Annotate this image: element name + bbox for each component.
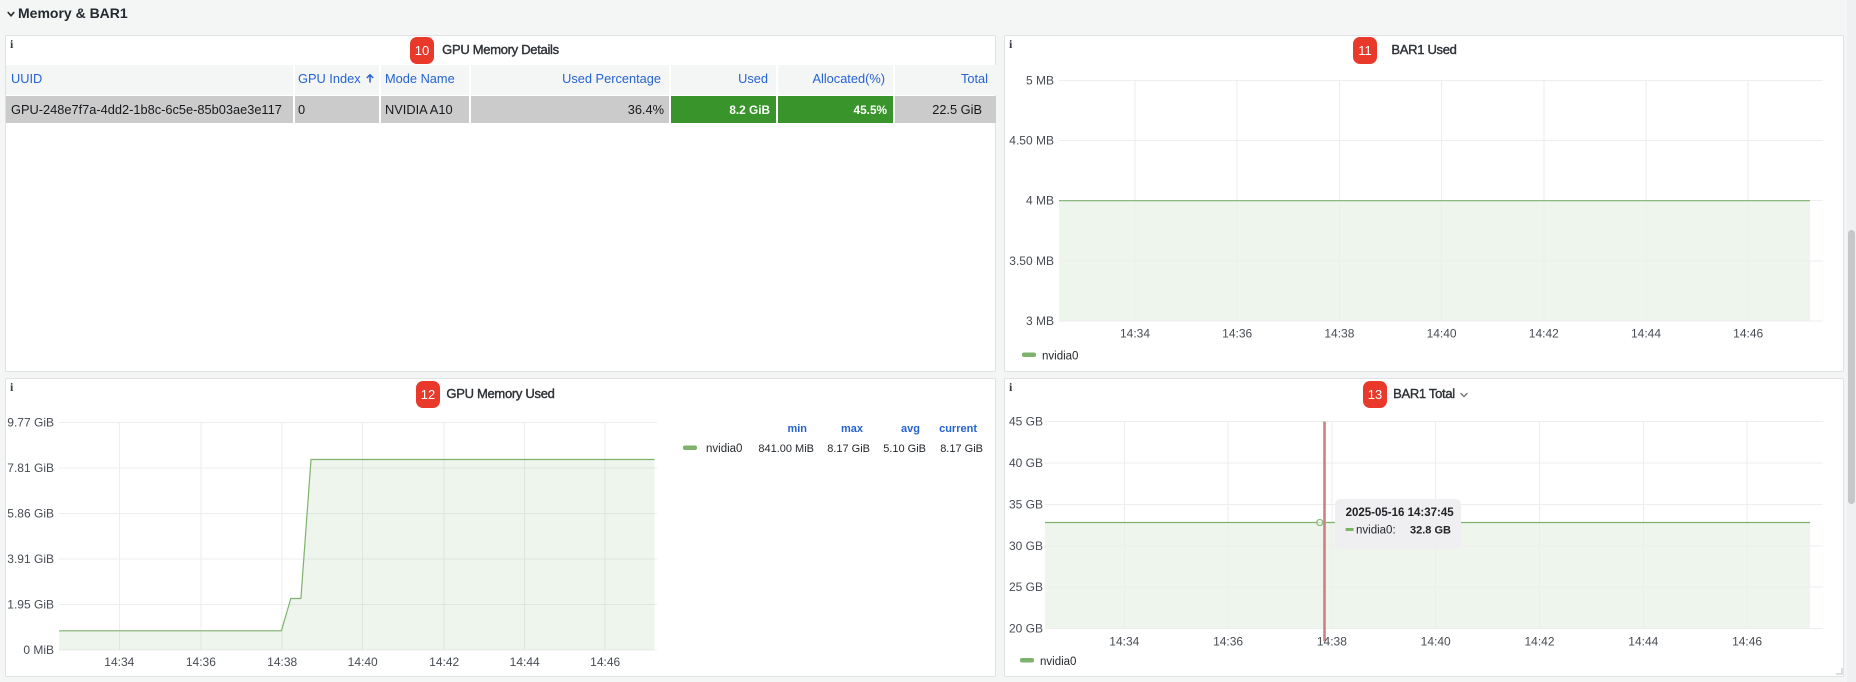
svg-text:14:34: 14:34 bbox=[104, 655, 134, 669]
svg-text:14:44: 14:44 bbox=[510, 655, 540, 669]
svg-text:max: max bbox=[841, 423, 864, 435]
svg-text:841.00 MiB: 841.00 MiB bbox=[758, 443, 814, 455]
svg-text:8.17 GiB: 8.17 GiB bbox=[940, 443, 983, 455]
svg-text:current: current bbox=[939, 423, 977, 435]
svg-text:14:38: 14:38 bbox=[1324, 327, 1354, 341]
svg-text:nvidia0: nvidia0 bbox=[1040, 656, 1076, 668]
svg-text:14:42: 14:42 bbox=[1524, 635, 1554, 649]
svg-text:avg: avg bbox=[901, 423, 920, 435]
svg-text:14:46: 14:46 bbox=[590, 655, 620, 669]
svg-text:20 GB: 20 GB bbox=[1009, 622, 1043, 636]
svg-text:14:40: 14:40 bbox=[1421, 635, 1451, 649]
svg-text:1.95 GiB: 1.95 GiB bbox=[7, 597, 54, 611]
svg-text:5.10 GiB: 5.10 GiB bbox=[883, 443, 926, 455]
svg-text:14:44: 14:44 bbox=[1631, 327, 1661, 341]
svg-text:min: min bbox=[787, 423, 807, 435]
svg-text:14:42: 14:42 bbox=[429, 655, 459, 669]
svg-text:7.81 GiB: 7.81 GiB bbox=[7, 461, 54, 475]
svg-text:30 GB: 30 GB bbox=[1009, 539, 1043, 553]
svg-text:14:46: 14:46 bbox=[1732, 635, 1762, 649]
svg-text:32.8 GB: 32.8 GB bbox=[1410, 525, 1451, 537]
svg-text:14:38: 14:38 bbox=[267, 655, 297, 669]
svg-text:4 MB: 4 MB bbox=[1026, 194, 1054, 208]
svg-text:14:36: 14:36 bbox=[186, 655, 216, 669]
svg-text:14:42: 14:42 bbox=[1529, 327, 1559, 341]
svg-text:25 GB: 25 GB bbox=[1009, 580, 1043, 594]
svg-text:14:34: 14:34 bbox=[1120, 327, 1150, 341]
svg-text:14:40: 14:40 bbox=[348, 655, 378, 669]
svg-text:5 MB: 5 MB bbox=[1026, 74, 1054, 88]
svg-text:14:46: 14:46 bbox=[1733, 327, 1763, 341]
svg-text:nvidia0:: nvidia0: bbox=[1356, 525, 1396, 537]
svg-text:40 GB: 40 GB bbox=[1009, 456, 1043, 470]
svg-text:14:34: 14:34 bbox=[1109, 635, 1139, 649]
svg-text:4.50 MB: 4.50 MB bbox=[1009, 134, 1054, 148]
svg-text:2025-05-16 14:37:45: 2025-05-16 14:37:45 bbox=[1346, 507, 1455, 519]
svg-text:3.50 MB: 3.50 MB bbox=[1009, 254, 1054, 268]
svg-text:nvidia0: nvidia0 bbox=[706, 443, 742, 455]
svg-text:14:40: 14:40 bbox=[1427, 327, 1457, 341]
svg-text:14:36: 14:36 bbox=[1222, 327, 1252, 341]
svg-text:3.91 GiB: 3.91 GiB bbox=[7, 552, 54, 566]
svg-text:14:36: 14:36 bbox=[1213, 635, 1243, 649]
svg-text:14:38: 14:38 bbox=[1317, 635, 1347, 649]
svg-text:9.77 GiB: 9.77 GiB bbox=[7, 415, 54, 429]
svg-text:5.86 GiB: 5.86 GiB bbox=[7, 506, 54, 520]
svg-text:3 MB: 3 MB bbox=[1026, 314, 1054, 328]
svg-text:35 GB: 35 GB bbox=[1009, 497, 1043, 511]
svg-text:0 MiB: 0 MiB bbox=[23, 643, 54, 657]
svg-text:nvidia0: nvidia0 bbox=[1042, 351, 1078, 363]
svg-text:45 GB: 45 GB bbox=[1009, 415, 1043, 429]
svg-text:8.17 GiB: 8.17 GiB bbox=[827, 443, 870, 455]
svg-text:14:44: 14:44 bbox=[1628, 635, 1658, 649]
